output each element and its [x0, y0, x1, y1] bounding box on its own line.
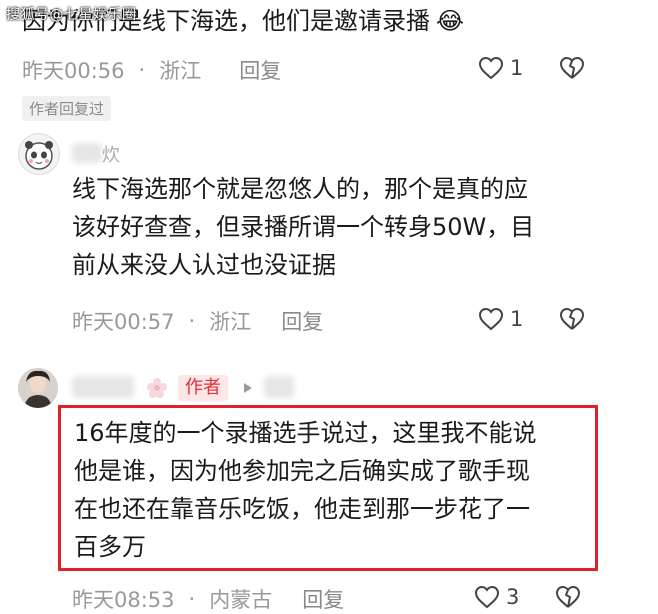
avatar[interactable]	[18, 368, 58, 408]
comment-2-time: 昨天00:57	[72, 310, 175, 334]
comment-2-line: 线下海选那个就是忽悠人的，那个是真的应	[72, 175, 528, 203]
broken-heart-icon	[556, 586, 581, 608]
laughing-emoji-icon: 😂	[436, 7, 465, 35]
username-redacted	[72, 143, 102, 163]
comment-3-dislike-button[interactable]	[555, 585, 581, 609]
comment-2-like-button[interactable]: 1	[478, 307, 559, 331]
comment-2-text: 线下海选那个就是忽悠人的，那个是真的应 该好好查查，但录播所谓一个转身50W，目…	[72, 170, 534, 284]
heart-icon	[478, 56, 504, 80]
heart-icon	[478, 307, 504, 331]
comment-3-like-button[interactable]: 3	[474, 585, 555, 609]
photo-avatar-icon	[18, 368, 58, 408]
author-tag: 作者	[178, 375, 228, 401]
comment-2-location: 浙江	[209, 310, 252, 334]
comment-2-dislike-button[interactable]	[559, 307, 585, 331]
comment-1-meta: 昨天00:56 · 浙江 回复	[22, 55, 281, 85]
comment-1-reply-button[interactable]: 回复	[239, 55, 281, 85]
separator-dot: ·	[188, 309, 196, 333]
cartoon-panda-avatar-icon	[25, 141, 53, 170]
flower-icon	[147, 378, 167, 398]
comment-3-line: 在也还在靠音乐吃饭，他走到那一步花了一	[74, 495, 530, 523]
comment-3-actions: 3	[474, 585, 581, 609]
heart-icon	[474, 585, 500, 609]
separator-dot: ·	[138, 58, 146, 82]
comment-3-like-count: 3	[506, 585, 520, 609]
comment-1-like-button[interactable]: 1	[478, 56, 559, 80]
comment-2-reply-button[interactable]: 回复	[281, 306, 323, 336]
author-replied-badge: 作者回复过	[22, 96, 112, 121]
comment-2-username[interactable]: 炊	[102, 141, 120, 167]
comment-3-line: 他是谁，因为他参加完之后确实成了歌手现	[74, 457, 530, 485]
avatar[interactable]	[18, 133, 60, 175]
broken-heart-icon	[560, 57, 585, 79]
username-redacted	[72, 376, 134, 398]
separator-dot: ·	[188, 587, 196, 611]
reply-arrow-icon	[244, 383, 252, 393]
comment-2-line: 该好好查查，但录播所谓一个转身50W，目	[72, 213, 535, 241]
comment-1-actions: 1	[478, 56, 585, 80]
comment-3-line: 百多万	[74, 533, 146, 561]
watermark: 搜狐号@七星娱乐圈	[6, 7, 137, 23]
reply-to-username-redacted	[264, 376, 294, 398]
comment-1-dislike-button[interactable]	[559, 56, 585, 80]
comment-3-text: 16年度的一个录播选手说过，这里我不能说 他是谁，因为他参加完之后确实成了歌手现…	[74, 414, 594, 566]
broken-heart-icon	[560, 308, 585, 330]
comment-2-meta: 昨天00:57 · 浙江 回复	[72, 306, 323, 336]
comment-1-like-count: 1	[510, 56, 524, 80]
comment-1-location: 浙江	[159, 59, 202, 83]
comment-2-line: 前从来没人认过也没证据	[72, 251, 336, 279]
comment-3-line: 16年度的一个录播选手说过，这里我不能说	[74, 419, 537, 447]
comment-1-time: 昨天00:56	[22, 59, 125, 83]
comment-2-like-count: 1	[510, 307, 524, 331]
comment-2-actions: 1	[478, 307, 585, 331]
